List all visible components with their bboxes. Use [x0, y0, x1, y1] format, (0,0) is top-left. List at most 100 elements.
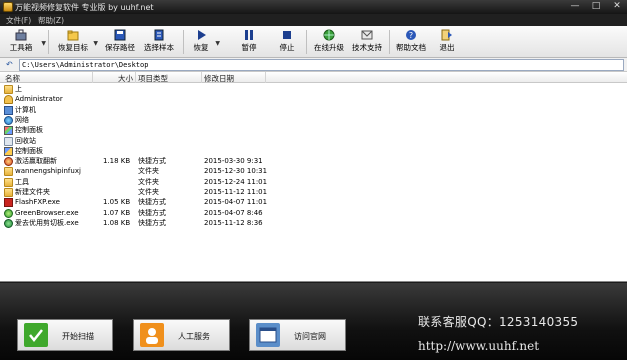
- visit-website-button[interactable]: 访问官网: [249, 319, 346, 351]
- toolbar-divider: [183, 30, 184, 54]
- file-name: 回收站: [15, 136, 36, 145]
- table-row[interactable]: 控制面板: [0, 146, 627, 156]
- column-header-date[interactable]: 修改日期: [204, 73, 234, 84]
- flash-icon: [4, 198, 13, 208]
- file-name: 工具: [15, 177, 29, 186]
- table-row[interactable]: 激活赢取翻新 1.18 KB 快捷方式 2015-03-30 9:31: [0, 157, 627, 167]
- file-size: 1.08 KB: [103, 218, 131, 227]
- help-docs-button[interactable]: ? 帮助文档: [393, 28, 429, 56]
- column-divider[interactable]: [201, 72, 202, 83]
- file-name: 爱去优用剪切板.exe: [15, 218, 79, 227]
- table-row[interactable]: wannengshipinfuxj 文件夹 2015-12-30 10:31: [0, 167, 627, 177]
- column-header-type[interactable]: 项目类型: [138, 73, 168, 84]
- menu-file[interactable]: 文件(F): [6, 15, 31, 26]
- chevron-down-icon[interactable]: ▼: [41, 40, 46, 47]
- app-red-icon: [4, 157, 13, 167]
- file-name: wannengshipinfuxj: [15, 167, 81, 176]
- table-row[interactable]: FlashFXP.exe 1.05 KB 快捷方式 2015-04-07 11:01: [0, 198, 627, 208]
- save-path-button[interactable]: 保存路径: [102, 28, 138, 56]
- file-list-header: 名称 大小 项目类型 修改日期: [0, 72, 627, 83]
- minimize-button[interactable]: —: [565, 0, 585, 13]
- file-date: 2015-12-24 11:01: [204, 177, 268, 186]
- file-size: 1.05 KB: [103, 198, 131, 207]
- chevron-down-icon[interactable]: ▼: [215, 40, 220, 47]
- file-size: 1.07 KB: [103, 208, 131, 217]
- browser-icon: [4, 208, 13, 218]
- contact-qq: 联系客服QQ：1253140355: [418, 315, 579, 329]
- restore-button[interactable]: 恢复 ▼: [190, 28, 220, 56]
- restore-target-button[interactable]: 恢复目标 ▼: [56, 28, 98, 56]
- bottom-panel: 开始扫描 人工服务 访问官网 联系客服QQ：1253140355 http://…: [0, 283, 627, 360]
- checkmark-icon: [24, 323, 48, 347]
- stop-button[interactable]: 停止: [276, 28, 298, 56]
- file-date: 2015-12-30 10:31: [204, 167, 268, 176]
- column-header-name[interactable]: 名称: [5, 73, 20, 84]
- file-size: 1.18 KB: [103, 157, 131, 166]
- chevron-down-icon[interactable]: ▼: [93, 40, 98, 47]
- file-list: 名称 大小 项目类型 修改日期 上 Administrator 计算机 网络控制面板回…: [0, 72, 627, 282]
- tech-support-button[interactable]: 技术支持: [349, 28, 385, 56]
- path-input[interactable]: [19, 59, 624, 71]
- file-name: FlashFXP.exe: [15, 198, 60, 207]
- table-row[interactable]: 爱去优用剪切板.exe 1.08 KB 快捷方式 2015-11-12 8:36: [0, 218, 627, 228]
- table-row[interactable]: 上: [0, 85, 627, 94]
- recycle-icon: [4, 136, 13, 146]
- table-row[interactable]: 网络: [0, 115, 627, 125]
- maximize-button[interactable]: □: [586, 0, 606, 13]
- table-row[interactable]: 工具 文件夹 2015-12-24 11:01: [0, 177, 627, 187]
- pause-button[interactable]: 暂停: [238, 28, 260, 56]
- file-name: 网络: [15, 115, 29, 124]
- file-name: 上: [15, 85, 22, 93]
- table-row[interactable]: 计算机: [0, 105, 627, 115]
- toolbox-icon: [15, 29, 27, 41]
- computer-icon: [4, 105, 13, 115]
- toolbar-divider: [306, 30, 307, 54]
- toolbar: 工具箱 ▼ 恢复目标 ▼ 保存路径 选择样本 恢复 ▼ 暂停 停止 在线升级 技…: [0, 26, 627, 58]
- file-type: 文件夹: [138, 167, 159, 176]
- column-divider[interactable]: [265, 72, 266, 83]
- file-date: 2015-04-07 8:46: [204, 208, 263, 217]
- sample-icon: [153, 29, 165, 41]
- svg-text:?: ?: [409, 31, 413, 40]
- column-divider[interactable]: [135, 72, 136, 83]
- folder-icon: [4, 85, 13, 94]
- window-title: 万能视频修复软件 专业版 by uuhf.net: [15, 3, 154, 12]
- toolbox-button[interactable]: 工具箱 ▼: [4, 28, 46, 56]
- exit-icon: [441, 29, 453, 41]
- file-name: 计算机: [15, 105, 36, 114]
- save-disk-icon: [114, 29, 126, 41]
- menu-help[interactable]: 帮助(Z): [38, 15, 64, 26]
- table-row[interactable]: GreenBrowser.exe 1.07 KB 快捷方式 2015-04-07 8:…: [0, 208, 627, 218]
- file-date: 2015-11-12 11:01: [204, 188, 268, 196]
- column-header-size[interactable]: 大小: [118, 73, 133, 84]
- online-upgrade-button[interactable]: 在线升级: [311, 28, 347, 56]
- cut-icon: [4, 218, 13, 228]
- start-scan-button[interactable]: 开始扫描: [17, 319, 113, 351]
- toolbar-divider: [389, 30, 390, 54]
- user-icon: [4, 95, 13, 105]
- column-divider[interactable]: [92, 72, 93, 83]
- website-icon: [256, 323, 280, 347]
- select-sample-button[interactable]: 选择样本: [141, 28, 177, 56]
- app-icon: [3, 2, 13, 12]
- folder-icon: [4, 188, 13, 197]
- network-icon: [4, 115, 13, 125]
- table-row[interactable]: 控制面板: [0, 126, 627, 136]
- play-icon: [195, 29, 207, 41]
- table-row[interactable]: 回收站: [0, 136, 627, 146]
- menu-bar: 文件(F) 帮助(Z): [0, 14, 627, 26]
- close-button[interactable]: ✕: [607, 0, 627, 13]
- file-type: 文件夹: [138, 188, 159, 196]
- table-row[interactable]: 新建文件夹 文件夹 2015-11-12 11:01: [0, 188, 627, 197]
- file-name: 新建文件夹: [15, 188, 50, 196]
- folder-icon: [4, 177, 13, 187]
- pause-icon: [243, 29, 255, 41]
- exit-button[interactable]: 退出: [436, 28, 458, 56]
- website-url[interactable]: http://www.uuhf.net: [418, 339, 539, 353]
- back-arrow-icon[interactable]: ↶: [6, 60, 13, 69]
- table-row[interactable]: Administrator: [0, 95, 627, 105]
- file-name: 控制面板: [15, 126, 43, 135]
- manual-service-button[interactable]: 人工服务: [133, 319, 230, 351]
- file-type: 快捷方式: [138, 218, 166, 227]
- file-date: 2015-03-30 9:31: [204, 157, 263, 166]
